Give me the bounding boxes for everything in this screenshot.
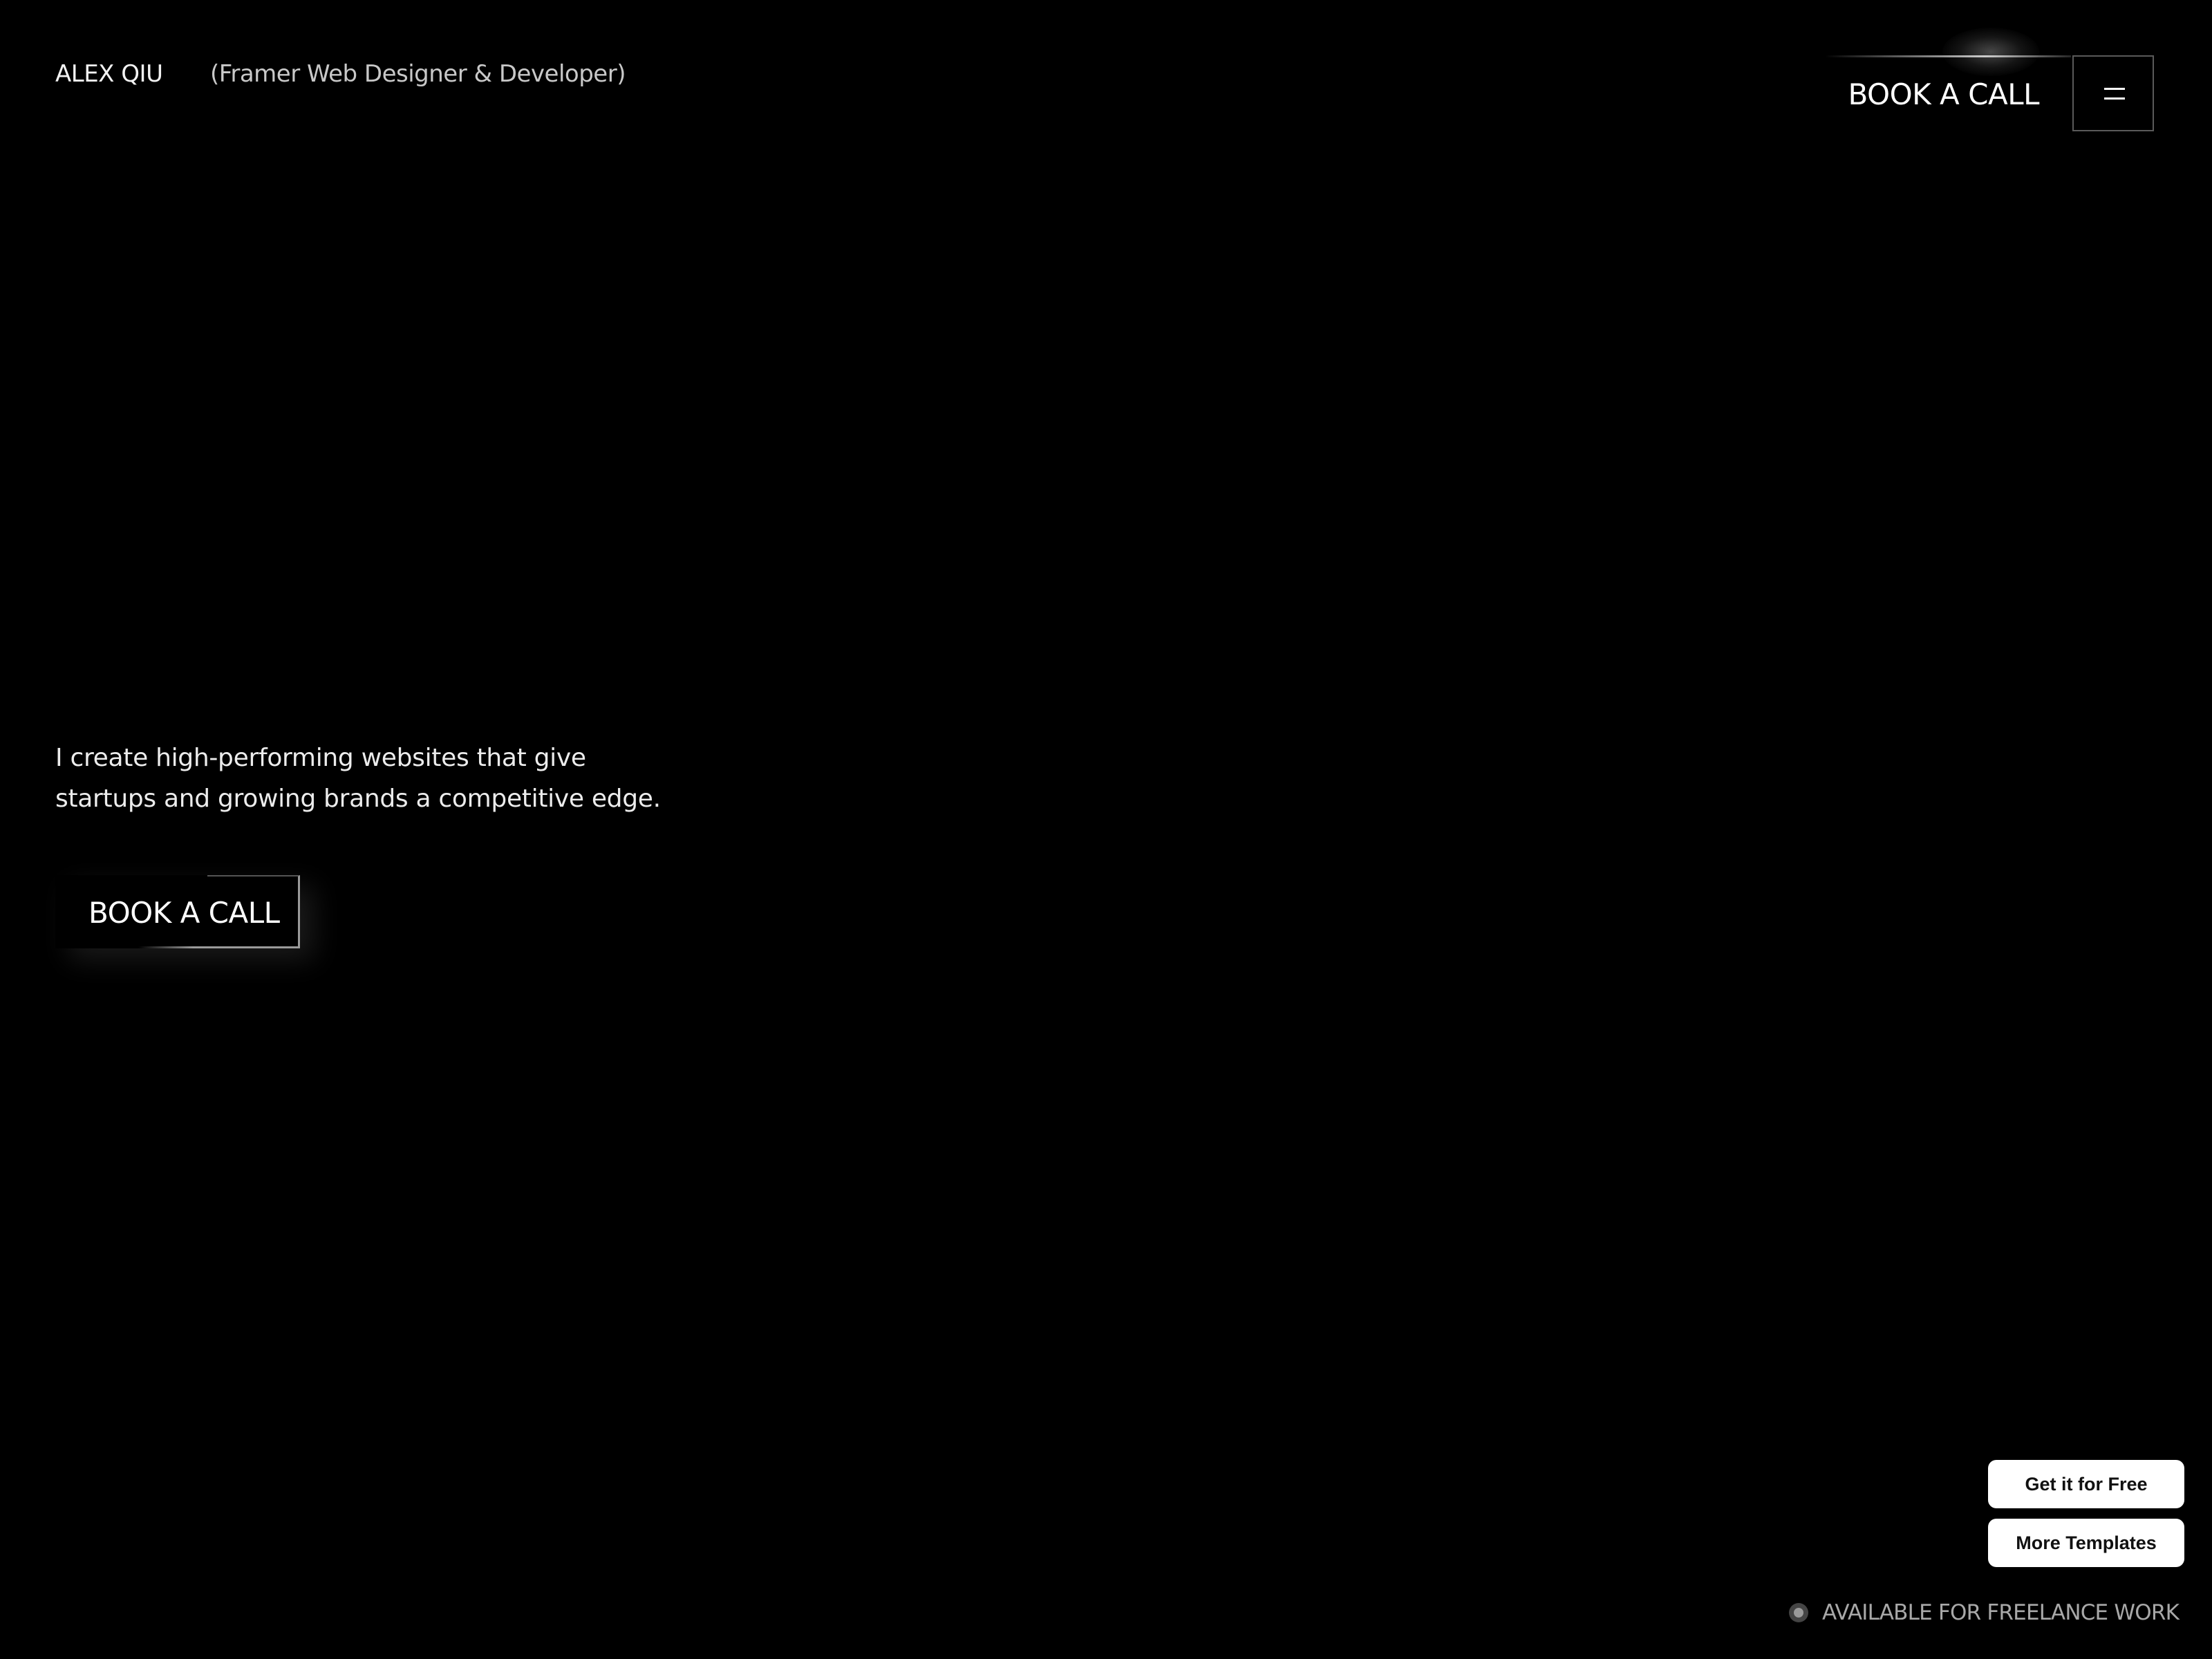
hero-tagline: I create high-performing websites that g… <box>55 738 664 819</box>
page: ALEX QIU (Framer Web Designer & Develope… <box>0 0 2212 1659</box>
brand-name[interactable]: ALEX QIU <box>55 57 163 91</box>
hero-book-call-label: BOOK A CALL <box>88 896 280 930</box>
hero-book-call-button[interactable]: BOOK A CALL <box>55 875 300 948</box>
menu-button[interactable] <box>2072 55 2154 131</box>
glow-line-decoration <box>1825 55 2071 57</box>
get-it-for-free-button[interactable]: Get it for Free <box>1988 1460 2184 1508</box>
role-subtitle: (Framer Web Designer & Developer) <box>210 60 626 88</box>
more-templates-button[interactable]: More Templates <box>1988 1519 2184 1567</box>
header-book-call-label: BOOK A CALL <box>1848 77 2039 111</box>
availability-status: AVAILABLE FOR FREELANCE WORK <box>1789 1595 2180 1630</box>
availability-text: AVAILABLE FOR FREELANCE WORK <box>1822 1600 2180 1625</box>
glow-decoration <box>1942 28 2039 76</box>
hero-tagline-line-1: I create high-performing websites that g… <box>55 744 586 772</box>
header-book-call-button[interactable]: BOOK A CALL <box>1825 28 2071 133</box>
hero-tagline-line-2: startups and growing brands a competitiv… <box>55 785 661 813</box>
status-dot-icon <box>1789 1603 1808 1622</box>
